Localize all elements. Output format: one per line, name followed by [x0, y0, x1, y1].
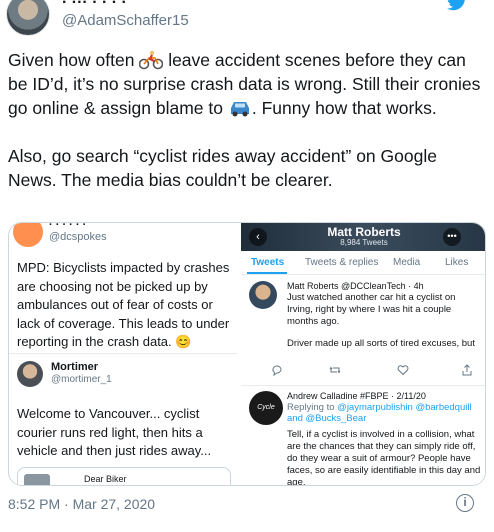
- like-icon: [397, 365, 409, 376]
- author-name-cut[interactable]: · ··· · · · ·: [62, 0, 127, 12]
- info-icon[interactable]: i: [456, 494, 474, 512]
- matt-roberts-header: Matt Roberts @DCCleanTech · 4h: [287, 281, 424, 291]
- tweet-body: Given how often leave accident scenes be…: [8, 48, 488, 216]
- tab-tweets: Tweets: [251, 257, 285, 268]
- tweet-actions: [271, 364, 472, 376]
- profile-tabs: Tweets Tweets & replies Media Likes: [241, 253, 485, 275]
- divider: [241, 385, 485, 386]
- author-avatar[interactable]: [6, 0, 50, 36]
- tweet-text-segment: . Funny how that works.: [251, 98, 437, 118]
- replying-to: Replying to @jaymarpublishin @barbedquil…: [287, 402, 483, 424]
- left-screenshot: · · · · · · @dcspokes MPD: Bicyclists im…: [9, 222, 237, 485]
- tab-media: Media: [393, 257, 421, 268]
- profile-banner: ‹ Matt Roberts 8,984 Tweets •••: [241, 223, 485, 251]
- author-handle[interactable]: @AdamSchaffer15: [62, 12, 189, 29]
- mortimer-handle: @mortimer_1: [51, 374, 112, 385]
- quoted-card-thumbnail: [24, 474, 50, 485]
- share-icon: [462, 364, 472, 376]
- car-emoji-icon: [230, 102, 249, 117]
- replying-to-prefix: Replying to: [287, 402, 338, 413]
- dcspokes-tweet-text: MPD: Bicyclists impacted by crashes are …: [17, 260, 230, 349]
- twitter-bird-icon[interactable]: [446, 0, 468, 12]
- dcspokes-avatar: [13, 223, 43, 247]
- quoted-card: Dear Biker: [17, 467, 231, 485]
- tweet-paragraph-1: Given how often leave accident scenes be…: [8, 48, 488, 120]
- active-tab-indicator: [247, 272, 287, 274]
- mortimer-tweet-text: Welcome to Vancouver... cyclist courier …: [17, 406, 212, 458]
- quoted-card-name: Dear Biker: [84, 474, 127, 484]
- andrew-calladine-tweet-text: Tell, if a cyclist is involved in a coll…: [287, 429, 481, 486]
- more-icon: •••: [443, 228, 461, 246]
- divider: [9, 353, 237, 354]
- mortimer-avatar: [17, 361, 43, 387]
- tweet-media-image[interactable]: · · · · · · @dcspokes MPD: Bicyclists im…: [8, 222, 486, 486]
- dcspokes-name-cut: · · · · · ·: [49, 222, 87, 231]
- tab-tweets-replies: Tweets & replies: [305, 257, 379, 268]
- tweet-text-segment: Given how often: [8, 50, 140, 70]
- tweet-paragraph-2: Also, go search “cyclist rides away acci…: [8, 146, 437, 190]
- retweet-icon: [329, 366, 341, 374]
- matt-roberts-avatar: [249, 281, 277, 309]
- cycle-stance-avatar: Cycle Stance: [249, 391, 283, 445]
- tab-likes: Likes: [445, 257, 469, 268]
- reply-icon: [272, 365, 282, 376]
- dcspokes-handle: @dcspokes: [49, 231, 107, 243]
- matt-roberts-tweet-text-continued: Driver made up all sorts of tired excuse…: [287, 338, 475, 349]
- right-screenshot: ‹ Matt Roberts 8,984 Tweets ••• Tweets T…: [241, 223, 485, 486]
- mortimer-name: Mortimer: [51, 361, 99, 373]
- bicyclist-emoji-icon: [139, 50, 164, 70]
- tweet-header: · ··· · · · · @AdamSchaffer15: [0, 0, 494, 40]
- andrew-calladine-header: Andrew Calladine #FBPE · 2/11/20: [287, 391, 426, 401]
- tweet-timestamp[interactable]: 8:52 PM · Mar 27, 2020: [8, 496, 155, 512]
- matt-roberts-tweet-text: Just watched another car hit a cyclist o…: [287, 292, 456, 327]
